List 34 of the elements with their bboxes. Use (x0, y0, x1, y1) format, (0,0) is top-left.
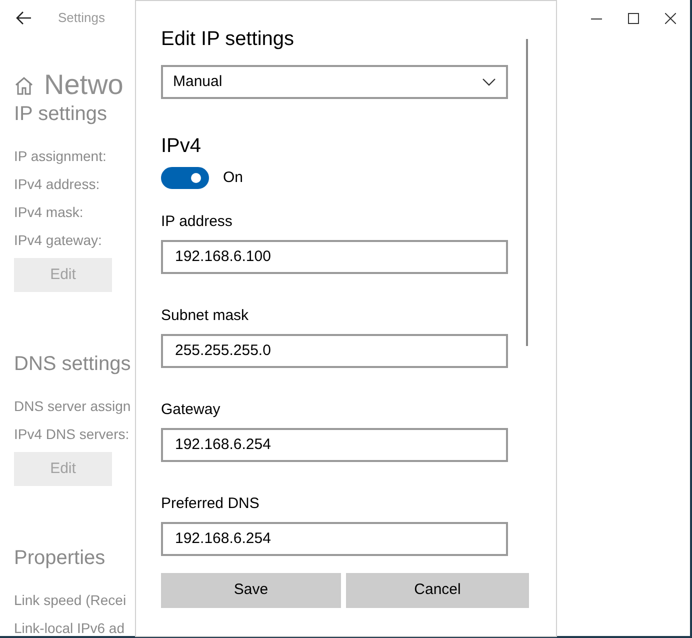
toggle-switch[interactable] (161, 167, 209, 190)
maximize-icon[interactable] (628, 12, 639, 24)
setting-label: Link-local IPv6 ad (14, 619, 125, 638)
setting-label: DNS server assign (14, 397, 131, 416)
setting-label: IPv4 DNS servers: (14, 425, 130, 444)
section-heading: Properties (14, 546, 106, 571)
setting-label: IPv4 mask: (14, 203, 84, 222)
setting-label: IP assignment: (14, 147, 106, 166)
section-heading: IPv4 (161, 134, 202, 159)
scrollbar[interactable] (526, 39, 528, 346)
window-title: Settings (58, 9, 105, 28)
setting-label: IPv4 gateway: (14, 231, 102, 250)
cancel-button[interactable]: Cancel (346, 573, 529, 608)
page-title: Netwo (44, 68, 124, 102)
field-label: IP address (161, 212, 234, 232)
input-field[interactable]: 192.168.6.254 (161, 428, 508, 462)
mode-dropdown[interactable]: Manual (161, 65, 508, 99)
setting-label: IPv4 address: (14, 175, 100, 194)
input-field[interactable]: 255.255.255.0 (161, 334, 508, 368)
input-field[interactable]: 192.168.6.254 (161, 522, 508, 556)
field-label: Preferred DNS (161, 494, 260, 514)
input-field[interactable]: 192.168.6.100 (161, 240, 508, 274)
setting-label: Link speed (Recei (14, 591, 126, 610)
section-heading: IP settings (14, 102, 108, 127)
home-icon (14, 76, 34, 94)
save-button[interactable]: Save (161, 573, 341, 608)
section-heading: DNS settings (14, 352, 131, 377)
close-icon[interactable] (665, 12, 676, 24)
chevron-icon (482, 78, 496, 86)
field-label: Subnet mask (161, 306, 250, 326)
toggle-label: On (223, 168, 244, 188)
field-label: Gateway (161, 400, 222, 420)
back-icon[interactable] (16, 11, 32, 25)
dialog-title: Edit IP settings (161, 27, 296, 52)
